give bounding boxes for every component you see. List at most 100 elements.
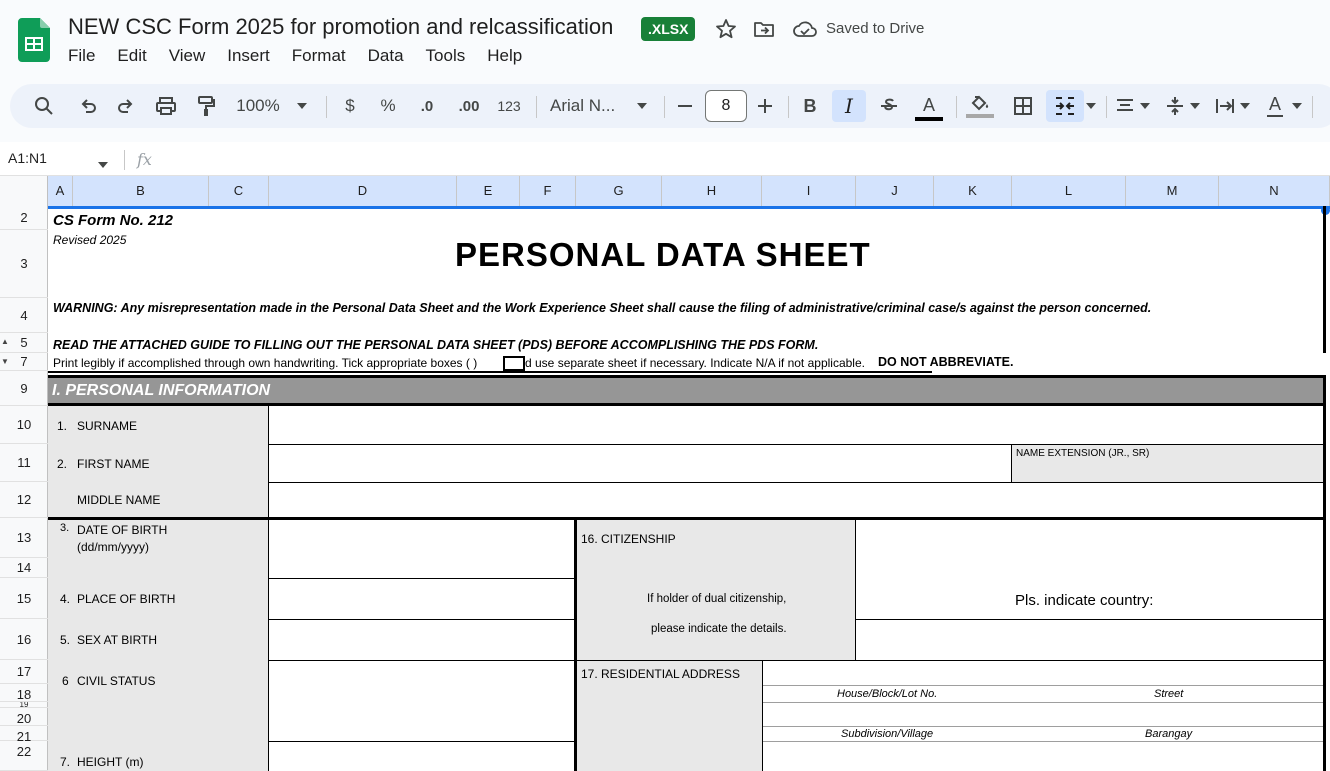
document-title[interactable]: NEW CSC Form 2025 for promotion and relc… xyxy=(68,14,613,40)
name-box[interactable]: A1:N1 xyxy=(8,150,47,166)
font-size-input[interactable]: 8 xyxy=(705,90,747,122)
row-header-9[interactable]: 9 xyxy=(0,371,48,406)
row-header-13[interactable]: 13 xyxy=(0,518,48,558)
read-guide-text[interactable]: READ THE ATTACHED GUIDE TO FILLING OUT T… xyxy=(53,338,818,352)
column-header-i[interactable]: I xyxy=(762,176,856,206)
star-icon[interactable] xyxy=(714,17,738,41)
firstname-field[interactable] xyxy=(269,445,1011,482)
undo-icon[interactable] xyxy=(74,84,102,128)
surname-field[interactable] xyxy=(269,406,1325,444)
align-chevron-down-icon[interactable] xyxy=(1138,84,1152,128)
civil-status-field[interactable] xyxy=(269,661,574,741)
row-header-17[interactable]: 17 xyxy=(0,660,48,684)
redo-icon[interactable] xyxy=(112,84,140,128)
increase-font-size-icon[interactable] xyxy=(754,84,776,128)
column-header-f[interactable]: F xyxy=(520,176,576,206)
country-field[interactable] xyxy=(856,620,1325,660)
row-header-4[interactable]: 4 xyxy=(0,298,48,333)
pob-field[interactable] xyxy=(269,579,574,619)
rotation-chevron-down-icon[interactable] xyxy=(1290,84,1304,128)
select-all-corner[interactable] xyxy=(0,176,48,206)
font-chevron-down-icon[interactable] xyxy=(634,84,650,128)
increase-decimal-button[interactable]: .00 xyxy=(454,84,484,128)
column-header-d[interactable]: D xyxy=(269,176,457,206)
row-group-marker-icon[interactable]: ▼ xyxy=(1,357,9,366)
row-header-2[interactable]: 2 xyxy=(0,206,48,230)
italic-button[interactable]: I xyxy=(832,90,866,122)
row-header-14[interactable]: 14 xyxy=(0,558,48,578)
fill-color-icon[interactable] xyxy=(964,84,996,128)
row-header-11[interactable]: 11 xyxy=(0,444,48,482)
height-field[interactable] xyxy=(269,742,574,771)
move-to-folder-icon[interactable] xyxy=(752,17,776,41)
column-header-m[interactable]: M xyxy=(1126,176,1219,206)
merge-cells-icon[interactable] xyxy=(1046,90,1084,122)
merge-chevron-down-icon[interactable] xyxy=(1084,84,1098,128)
search-icon[interactable] xyxy=(30,84,58,128)
number-format-button[interactable]: 123 xyxy=(494,84,524,128)
menu-tools[interactable]: Tools xyxy=(426,46,466,68)
column-header-b[interactable]: B xyxy=(73,176,209,206)
menu-data[interactable]: Data xyxy=(368,46,404,68)
text-wrapping-icon[interactable] xyxy=(1212,84,1238,128)
decrease-font-size-icon[interactable] xyxy=(674,84,696,128)
print-icon[interactable] xyxy=(152,84,180,128)
cloud-saved-icon[interactable] xyxy=(792,17,818,41)
row-group-marker-icon[interactable]: ▲ xyxy=(1,337,9,346)
row-header-3[interactable]: 3 xyxy=(0,230,48,298)
column-header-n[interactable]: N xyxy=(1219,176,1330,206)
instructions-text[interactable]: Print legibly if accomplished through ow… xyxy=(53,356,477,370)
wrap-chevron-down-icon[interactable] xyxy=(1238,84,1252,128)
row-header-10[interactable]: 10 xyxy=(0,406,48,444)
menu-help[interactable]: Help xyxy=(487,46,522,68)
section-header[interactable]: I. PERSONAL INFORMATION xyxy=(48,375,1326,406)
percent-format-button[interactable]: % xyxy=(376,84,400,128)
column-header-h[interactable]: H xyxy=(662,176,762,206)
dob-field[interactable] xyxy=(269,520,574,578)
menu-view[interactable]: View xyxy=(169,46,206,68)
horizontal-align-icon[interactable] xyxy=(1112,84,1138,128)
form-number[interactable]: CS Form No. 212 xyxy=(53,212,173,229)
row-header-18[interactable]: 18 xyxy=(0,684,48,702)
column-header-a[interactable]: A xyxy=(48,176,73,206)
row-header-22[interactable]: 22 xyxy=(0,741,48,771)
menu-insert[interactable]: Insert xyxy=(227,46,270,68)
residential-fields[interactable] xyxy=(763,661,1325,771)
save-status[interactable]: Saved to Drive xyxy=(826,20,924,37)
row-header-12[interactable]: 12 xyxy=(0,482,48,518)
decrease-decimal-button[interactable]: .0 xyxy=(412,84,442,128)
strikethrough-icon[interactable] xyxy=(876,84,902,128)
instructions-text-2[interactable]: d use separate sheet if necessary. Indic… xyxy=(525,356,865,370)
do-not-abbreviate[interactable]: DO NOT ABBREVIATE. xyxy=(878,355,1013,369)
row-header-21[interactable]: 21 xyxy=(0,726,48,744)
borders-icon[interactable] xyxy=(1010,84,1036,128)
sheets-logo-icon[interactable] xyxy=(18,18,50,62)
row-header-16[interactable]: 16 xyxy=(0,619,48,660)
sex-field[interactable] xyxy=(269,620,574,660)
paint-format-icon[interactable] xyxy=(192,84,220,128)
zoom-select[interactable]: 100% xyxy=(232,84,284,128)
text-rotation-button[interactable]: A xyxy=(1262,84,1288,128)
warning-text[interactable]: WARNING: Any misrepresentation made in t… xyxy=(53,301,1151,315)
font-family-select[interactable]: Arial N... xyxy=(550,84,626,128)
column-header-g[interactable]: G xyxy=(576,176,662,206)
text-color-button[interactable]: A xyxy=(914,84,944,128)
column-header-k[interactable]: K xyxy=(934,176,1012,206)
bold-button[interactable]: B xyxy=(798,84,822,128)
menu-file[interactable]: File xyxy=(68,46,95,68)
menu-edit[interactable]: Edit xyxy=(117,46,146,68)
valign-chevron-down-icon[interactable] xyxy=(1188,84,1202,128)
zoom-chevron-down-icon[interactable] xyxy=(294,84,310,128)
vertical-align-icon[interactable] xyxy=(1162,84,1188,128)
column-header-c[interactable]: C xyxy=(209,176,269,206)
menu-format[interactable]: Format xyxy=(292,46,346,68)
currency-format-button[interactable]: $ xyxy=(338,84,362,128)
row-header-20[interactable]: 20 xyxy=(0,708,48,726)
column-header-j[interactable]: J xyxy=(856,176,934,206)
name-box-chevron-down-icon[interactable] xyxy=(98,155,108,173)
column-header-l[interactable]: L xyxy=(1012,176,1126,206)
name-extension-field[interactable]: NAME EXTENSION (JR., SR) xyxy=(1011,445,1325,482)
middlename-field[interactable] xyxy=(269,483,1325,518)
page-title[interactable]: PERSONAL DATA SHEET xyxy=(455,236,871,274)
form-revised[interactable]: Revised 2025 xyxy=(53,233,126,247)
